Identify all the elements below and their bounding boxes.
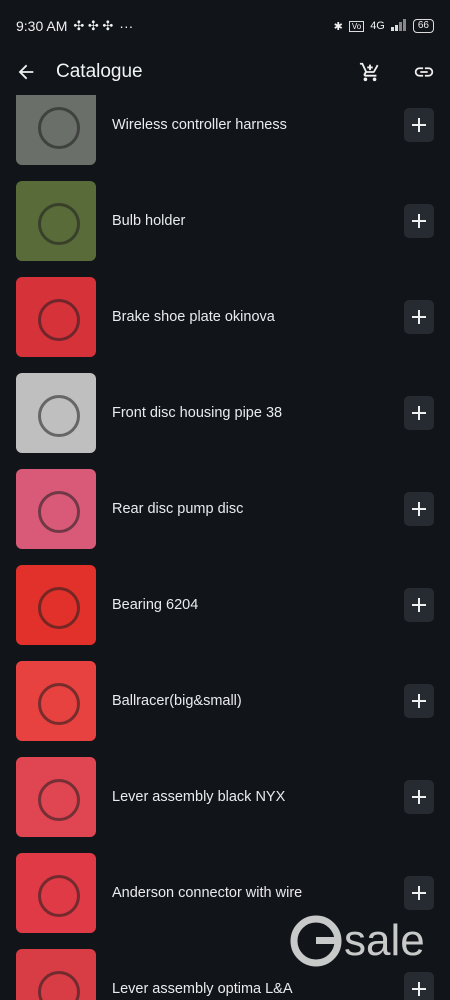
product-name: Rear disc pump disc bbox=[112, 501, 244, 517]
product-name: Front disc housing pipe 38 bbox=[112, 405, 283, 421]
catalogue-list[interactable]: Wireless controller harness Bulb holder Br… bbox=[0, 95, 450, 1000]
plus-icon bbox=[412, 982, 426, 996]
product-thumbnail[interactable] bbox=[16, 181, 96, 261]
list-item[interactable]: Lever assembly black NYX bbox=[0, 749, 450, 845]
add-button[interactable] bbox=[404, 684, 434, 718]
plus-icon bbox=[412, 118, 426, 132]
link-icon[interactable] bbox=[412, 60, 436, 84]
list-item[interactable]: Wireless controller harness bbox=[0, 95, 450, 173]
watermark-text: sale bbox=[344, 916, 425, 965]
bluetooth-icon: ✱ bbox=[333, 20, 343, 33]
cart-icon[interactable] bbox=[358, 60, 382, 84]
product-thumbnail[interactable] bbox=[16, 565, 96, 645]
status-time: 9:30 AM bbox=[16, 18, 68, 34]
list-item[interactable]: Bearing 6204 bbox=[0, 557, 450, 653]
add-button[interactable] bbox=[404, 780, 434, 814]
network-type: 4G bbox=[370, 20, 385, 32]
product-thumbnail[interactable] bbox=[16, 277, 96, 357]
plus-icon bbox=[412, 214, 426, 228]
gsale-logo-icon bbox=[290, 915, 342, 967]
product-thumbnail[interactable] bbox=[16, 95, 96, 165]
signal-icon bbox=[390, 18, 407, 34]
add-button[interactable] bbox=[404, 588, 434, 622]
product-name: Ballracer(big&small) bbox=[112, 693, 242, 709]
list-item[interactable]: Rear disc pump disc bbox=[0, 461, 450, 557]
app-bar: Catalogue bbox=[0, 52, 450, 92]
add-button[interactable] bbox=[404, 972, 434, 1000]
add-button[interactable] bbox=[404, 300, 434, 334]
product-thumbnail[interactable] bbox=[16, 661, 96, 741]
product-name: Lever assembly black NYX bbox=[112, 789, 286, 805]
plus-icon bbox=[412, 694, 426, 708]
gsale-watermark: sale bbox=[290, 915, 425, 967]
add-button[interactable] bbox=[404, 876, 434, 910]
product-thumbnail[interactable] bbox=[16, 853, 96, 933]
page-title: Catalogue bbox=[56, 61, 143, 82]
list-item[interactable]: Ballracer(big&small) bbox=[0, 653, 450, 749]
product-thumbnail[interactable] bbox=[16, 949, 96, 1000]
add-button[interactable] bbox=[404, 108, 434, 142]
battery-indicator: 66 bbox=[412, 19, 434, 33]
plus-icon bbox=[412, 790, 426, 804]
status-bar: 9:30 AM ✣ ✣ ✣ ··· ✱ Vo 4G 66 bbox=[0, 0, 450, 52]
list-item[interactable]: Front disc housing pipe 38 bbox=[0, 365, 450, 461]
notification-icons: ✣ ✣ ✣ bbox=[73, 18, 114, 33]
plus-icon bbox=[412, 406, 426, 420]
product-name: Wireless controller harness bbox=[112, 117, 287, 133]
list-item[interactable]: Brake shoe plate okinova bbox=[0, 269, 450, 365]
volte-icon: Vo bbox=[348, 20, 365, 32]
plus-icon bbox=[412, 886, 426, 900]
plus-icon bbox=[412, 310, 426, 324]
product-name: Brake shoe plate okinova bbox=[112, 309, 275, 325]
product-thumbnail[interactable] bbox=[16, 757, 96, 837]
product-name: Bulb holder bbox=[112, 213, 186, 229]
product-name: Lever assembly optima L&A bbox=[112, 981, 293, 997]
product-thumbnail[interactable] bbox=[16, 373, 96, 453]
product-name: Anderson connector with wire bbox=[112, 885, 303, 901]
back-arrow-icon[interactable] bbox=[14, 60, 38, 84]
add-button[interactable] bbox=[404, 396, 434, 430]
plus-icon bbox=[412, 598, 426, 612]
add-button[interactable] bbox=[404, 204, 434, 238]
product-thumbnail[interactable] bbox=[16, 469, 96, 549]
more-notifications: ··· bbox=[119, 18, 134, 34]
product-name: Bearing 6204 bbox=[112, 597, 199, 613]
plus-icon bbox=[412, 502, 426, 516]
list-item[interactable]: Bulb holder bbox=[0, 173, 450, 269]
add-button[interactable] bbox=[404, 492, 434, 526]
